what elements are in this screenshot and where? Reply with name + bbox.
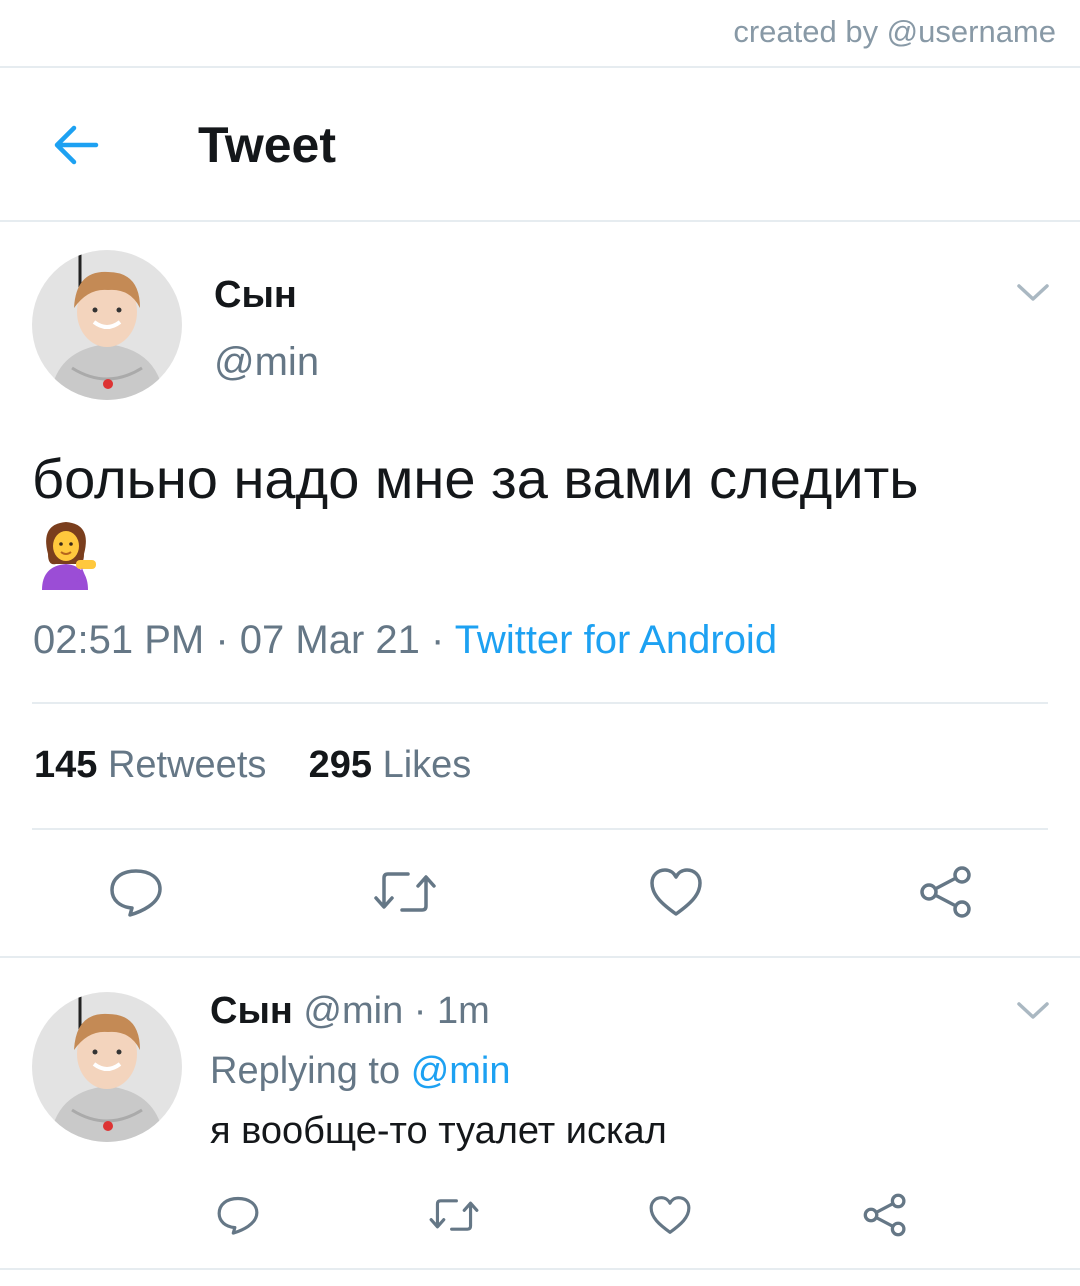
tweet-stats: 145 Retweets 295 Likes xyxy=(34,744,471,787)
divider xyxy=(0,220,1080,222)
retweet-icon xyxy=(429,1199,479,1231)
reply-age: 1m xyxy=(437,990,490,1032)
like-icon xyxy=(650,868,702,916)
reply-button[interactable] xyxy=(108,866,164,923)
tweet-source-link[interactable]: Twitter for Android xyxy=(455,618,777,662)
divider xyxy=(32,702,1048,704)
chevron-down-icon xyxy=(1017,1002,1049,1019)
tweet-menu-button[interactable] xyxy=(1016,282,1050,304)
author-name[interactable]: Сын xyxy=(214,274,297,317)
likes-label: Likes xyxy=(382,744,472,786)
share-icon xyxy=(863,1193,906,1237)
likes-stat[interactable]: 295 Likes xyxy=(309,744,472,786)
reply-share-button[interactable] xyxy=(862,1192,908,1243)
credit-text: created by @username xyxy=(733,14,1056,49)
reply-like-button[interactable] xyxy=(648,1194,692,1241)
reply-author-handle[interactable]: @min xyxy=(303,990,403,1032)
replying-to-handle[interactable]: @min xyxy=(411,1050,511,1092)
avatar[interactable] xyxy=(32,250,182,400)
replying-to: Replying to @min xyxy=(210,1050,511,1093)
page-title: Tweet xyxy=(198,117,336,173)
tweet-meta: 02:51 PM · 07 Mar 21 · Twitter for Andro… xyxy=(33,618,778,662)
reply-icon xyxy=(110,869,162,917)
likes-count: 295 xyxy=(308,744,373,786)
reply-text: я вообще-то туалет искал xyxy=(210,1110,667,1152)
reply-author-name[interactable]: Сын xyxy=(210,990,293,1032)
reply-menu-button[interactable] xyxy=(1016,1000,1050,1022)
chevron-down-icon xyxy=(1017,284,1049,301)
retweet-icon xyxy=(374,872,436,912)
tweet-text: больно надо мне за вами следить xyxy=(32,447,919,510)
reply-avatar[interactable] xyxy=(32,992,182,1142)
back-arrow-icon xyxy=(54,125,99,165)
reply-header: Сын @min · 1m xyxy=(210,990,490,1032)
reply-icon xyxy=(217,1196,259,1235)
like-button[interactable] xyxy=(648,866,704,923)
retweet-button[interactable] xyxy=(372,866,438,923)
replying-to-label: Replying to xyxy=(210,1050,401,1092)
retweets-stat[interactable]: 145 Retweets xyxy=(34,744,266,786)
tweet-date: 07 Mar 21 xyxy=(239,618,420,662)
retweets-count: 145 xyxy=(34,744,98,786)
reply-retweet-button[interactable] xyxy=(428,1194,480,1241)
retweets-label: Retweets xyxy=(107,744,267,786)
tweet-time: 02:51 PM xyxy=(33,618,205,662)
like-icon xyxy=(649,1196,691,1234)
woman-tipping-hand-emoji xyxy=(36,516,98,590)
back-button[interactable] xyxy=(48,120,106,170)
share-button[interactable] xyxy=(918,864,974,925)
divider xyxy=(32,828,1048,830)
top-bar: Tweet xyxy=(0,68,1080,220)
divider xyxy=(0,956,1080,958)
divider xyxy=(0,1268,1080,1270)
share-icon xyxy=(920,866,971,918)
author-handle[interactable]: @min xyxy=(214,340,319,385)
reply-reply-button[interactable] xyxy=(216,1194,260,1241)
